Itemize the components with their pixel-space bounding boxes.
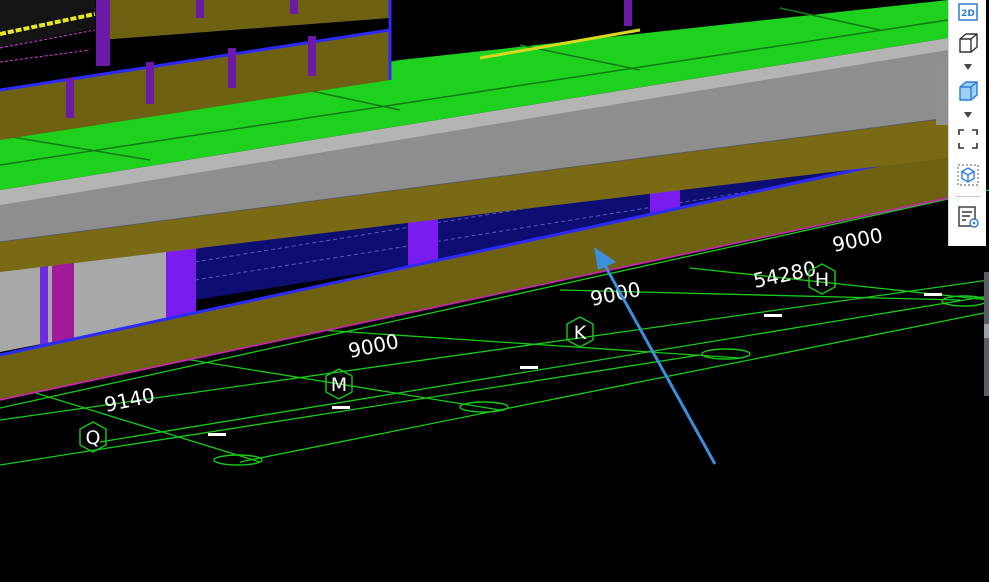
view-toolbar: 2D	[948, 0, 986, 246]
3d-outline-button[interactable]	[954, 30, 982, 56]
select-box-icon	[957, 164, 979, 186]
toolbar-divider	[955, 196, 981, 197]
fit-view-icon	[958, 129, 978, 149]
svg-text:2D: 2D	[961, 9, 975, 19]
dim-label-2: 9000	[346, 329, 401, 363]
right-wall-edge	[936, 60, 948, 125]
axis-label-q: Q	[79, 421, 107, 453]
scrollbar-thumb[interactable]	[984, 324, 989, 338]
upper-olive-beam-2	[100, 0, 390, 40]
3d-viewport[interactable]: 9140 9000 9000 54280 9000 Q M K H	[0, 0, 989, 582]
dim-label-1: 9140	[102, 383, 157, 417]
scrollbar[interactable]	[984, 272, 989, 396]
left-post	[40, 262, 48, 348]
view-settings-icon	[958, 206, 979, 228]
axis-label-k: K	[566, 316, 594, 348]
cube-outline-icon	[959, 33, 978, 53]
2d-view-button[interactable]: 2D	[954, 0, 982, 26]
svg-text:H: H	[815, 269, 829, 291]
3d-filled-button[interactable]	[954, 78, 982, 104]
model-scene[interactable]: 9140 9000 9000 54280 9000 Q M K H	[0, 0, 989, 582]
axis-label-m: M	[325, 368, 353, 400]
chevron-down-icon-2[interactable]	[964, 112, 972, 118]
svg-text:M: M	[331, 374, 347, 396]
chevron-down-icon[interactable]	[964, 64, 972, 70]
fit-view-button[interactable]	[954, 126, 982, 152]
top-left-detail	[0, 0, 96, 63]
svg-text:Q: Q	[86, 427, 101, 449]
select-box-button[interactable]	[954, 162, 982, 188]
svg-text:K: K	[574, 322, 587, 344]
dim-label-4: 54280	[751, 256, 818, 293]
2d-view-icon: 2D	[958, 3, 978, 21]
dim-label-5: 9000	[830, 223, 885, 257]
cube-filled-icon	[959, 81, 978, 101]
view-settings-button[interactable]	[954, 204, 982, 230]
left-pilaster	[52, 255, 74, 345]
